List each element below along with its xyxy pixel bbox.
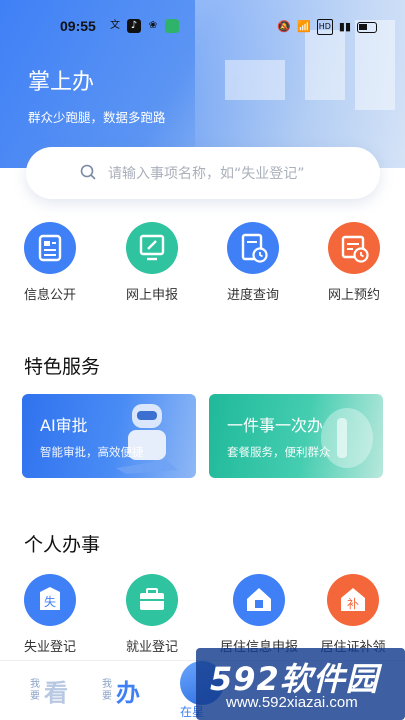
tiktok-icon: ♪ xyxy=(127,19,141,33)
house-icon xyxy=(233,574,285,626)
notification-app-icon: 文 xyxy=(110,20,120,31)
service-residence-permit-reissue[interactable]: 补 居住证补领 xyxy=(308,574,398,655)
nav-small-text: 我要 xyxy=(102,678,112,702)
document-list-icon xyxy=(24,222,76,274)
service-label: 就业登记 xyxy=(125,640,178,655)
card-one-stop[interactable]: 一件事一次办 套餐服务，便利群众 xyxy=(209,394,383,478)
service-employment-registration[interactable]: 就业登记 xyxy=(107,574,197,655)
personal-section-title: 个人办事 xyxy=(24,534,101,556)
status-time: 09:55 xyxy=(60,18,96,34)
nav-big-text: 办 xyxy=(116,679,140,707)
quick-item-online-appointment[interactable]: 网上预约 xyxy=(314,222,394,303)
unemployment-glyph: 失 xyxy=(44,594,56,609)
service-label: 失业登记 xyxy=(23,640,76,655)
reissue-icon: 补 xyxy=(327,574,379,626)
paw-app-icon: ❀ xyxy=(148,20,158,31)
quick-item-label: 信息公开 xyxy=(23,288,76,303)
page-subtitle: 群众少跑腿，数据多跑路 xyxy=(28,110,166,125)
battery-icon xyxy=(357,21,377,33)
watermark: 592软件园 www.592xiazai.com xyxy=(196,648,405,720)
lab-hands-icon xyxy=(321,408,373,468)
quick-item-label: 网上申报 xyxy=(125,288,178,303)
search-bar[interactable]: 请输入事项名称，如“失业登记” xyxy=(26,147,380,199)
quick-item-label: 网上预约 xyxy=(327,288,380,303)
robot-icon xyxy=(116,404,178,474)
quick-item-label: 进度查询 xyxy=(226,288,279,303)
service-unemployment-registration[interactable]: 失 失业登记 xyxy=(5,574,95,655)
edit-screen-icon xyxy=(126,222,178,274)
card-subtitle: 套餐服务，便利群众 xyxy=(227,445,331,459)
nav-tab-look[interactable]: 我要 看 xyxy=(28,673,68,708)
card-title: AI审批 xyxy=(40,416,88,435)
nav-big-text: 看 xyxy=(44,679,68,707)
status-bar: 09:55 文 ♪ ❀ 🔕 📶 HD ▮▮ xyxy=(0,16,405,38)
green-app-icon xyxy=(165,19,179,33)
service-residence-declaration[interactable]: 居住信息申报 xyxy=(214,574,304,655)
quick-item-progress-query[interactable]: 进度查询 xyxy=(213,222,293,303)
wifi-icon: 📶 xyxy=(297,20,311,33)
hd-icon: HD xyxy=(316,19,333,35)
featured-section-title: 特色服务 xyxy=(24,356,101,378)
card-subtitle: 智能审批，高效便捷 xyxy=(40,445,144,459)
card-ai-approval[interactable]: AI审批 智能审批，高效便捷 xyxy=(22,394,196,478)
nav-tab-do[interactable]: 我要 办 xyxy=(100,673,140,708)
nav-small-text: 我要 xyxy=(30,678,40,702)
reissue-glyph: 补 xyxy=(347,597,359,611)
search-icon xyxy=(80,164,96,180)
search-placeholder: 请输入事项名称，如“失业登记” xyxy=(108,166,305,182)
page-title: 掌上办 xyxy=(28,70,95,95)
mute-icon: 🔕 xyxy=(277,20,291,33)
signal-icon: ▮▮ xyxy=(338,20,351,33)
unemployment-icon: 失 xyxy=(24,574,76,626)
quick-item-info-public[interactable]: 信息公开 xyxy=(10,222,90,303)
watermark-url: www.592xiazai.com xyxy=(226,694,358,711)
briefcase-icon xyxy=(126,574,178,626)
quick-item-online-declare[interactable]: 网上申报 xyxy=(112,222,192,303)
clock-document-icon xyxy=(227,222,279,274)
quick-actions: 信息公开 网上申报 进度查询 网上预约 xyxy=(0,222,405,304)
calendar-clock-icon xyxy=(328,222,380,274)
card-title: 一件事一次办 xyxy=(227,416,324,435)
